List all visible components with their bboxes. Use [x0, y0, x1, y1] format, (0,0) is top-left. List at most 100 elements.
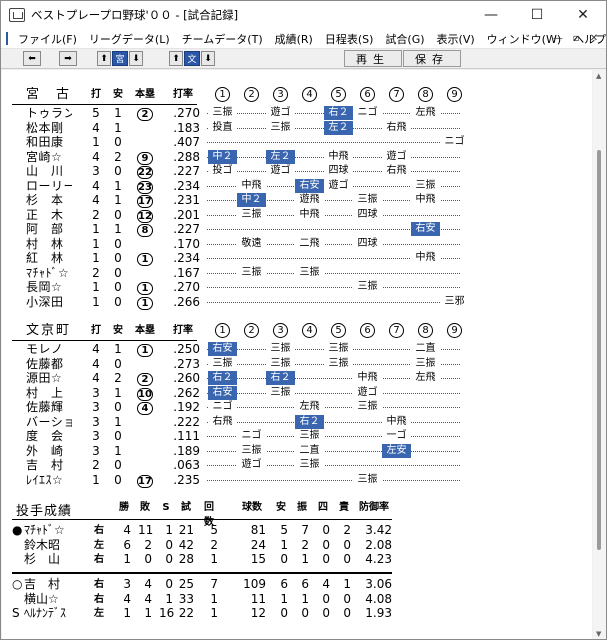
pitcher-row[interactable]: 鈴木昭左 6 2 0 42 2 24 1 2 0 0 2.08	[2, 538, 592, 553]
at-bat-result[interactable]: ニゴ	[208, 400, 237, 414]
team2-down-icon[interactable]: ⬇	[201, 51, 215, 66]
maximize-button[interactable]: ☐	[514, 1, 560, 29]
batter-row[interactable]: 正 木 2 0 12 .201 三振 中飛 四球	[2, 207, 592, 223]
at-bat-result[interactable]: ニゴ	[237, 429, 266, 443]
mdi-close-button[interactable]: ✕	[586, 31, 602, 45]
at-bat-result[interactable]: 三振	[237, 443, 266, 458]
batter-row[interactable]: 村 上 3 1 10 .262 右安 三振 遊ゴ	[2, 385, 592, 401]
batter-row[interactable]: バーショ 3 1 .222 右飛 右２ 中飛	[2, 414, 592, 430]
at-bat-result[interactable]: 中飛	[237, 178, 266, 193]
at-bat-result[interactable]: 三振	[353, 193, 382, 207]
at-bat-result[interactable]: 左飛	[295, 400, 324, 414]
next-arrow-icon[interactable]: ➡	[59, 51, 77, 66]
at-bat-result[interactable]: 中飛	[295, 207, 324, 222]
batter-row[interactable]: 杉 本 4 1 17 .231 中２ 遊飛 三振 中飛	[2, 193, 592, 208]
at-bat-result[interactable]: 三邪	[440, 294, 469, 309]
batter-row[interactable]: 外 崎 3 1 .189 三振 二直 左安	[2, 443, 592, 459]
at-bat-result[interactable]: 右２	[208, 371, 237, 385]
at-bat-result[interactable]: 三振	[324, 356, 353, 371]
team1-toggle[interactable]: 宮	[112, 51, 128, 66]
at-bat-result[interactable]: 中飛	[353, 371, 382, 385]
batter-row[interactable]: 宮崎☆ 4 2 9 .288 中２ 左２ 中飛 遊ゴ	[2, 149, 592, 165]
prev-arrow-icon[interactable]: ⬅	[23, 51, 41, 66]
at-bat-result[interactable]: 三振	[266, 120, 295, 135]
at-bat-result[interactable]: 遊ゴ	[266, 164, 295, 178]
vertical-scrollbar[interactable]: ▲ ▼	[593, 70, 606, 639]
at-bat-result[interactable]: 三振	[208, 356, 237, 371]
at-bat-result[interactable]: 右飛	[208, 414, 237, 429]
at-bat-result[interactable]: 投ゴ	[208, 164, 237, 178]
batter-row[interactable]: 度 会 3 0 .111 ニゴ 三振 一ゴ	[2, 429, 592, 444]
batter-row[interactable]: ローリー 4 1 23 .234 中飛 右安 遊ゴ 三振	[2, 178, 592, 194]
at-bat-result[interactable]: 二直	[295, 443, 324, 458]
pitcher-row[interactable]: ○ 吉 村右 3 4 0 25 7 109 6 6 4 1 3.06	[2, 577, 592, 592]
at-bat-result[interactable]: 遊飛	[295, 193, 324, 207]
menu-schedule[interactable]: 日程表(S)	[319, 31, 380, 47]
save-button[interactable]: 保存	[403, 50, 461, 67]
at-bat-result[interactable]: 右安	[208, 385, 237, 400]
at-bat-result[interactable]: 三振	[324, 342, 353, 356]
at-bat-result[interactable]: 中飛	[411, 193, 440, 207]
pitcher-row[interactable]: ● ﾏﾁｬﾄﾞ☆ 右 4 11 1 21 5 81 5 7 0 2 3.42	[2, 523, 592, 538]
at-bat-result[interactable]: 左安	[382, 443, 411, 458]
batter-row[interactable]: 佐藤輝 3 0 4 .192 ニゴ 左飛 三振	[2, 400, 592, 415]
at-bat-result[interactable]: 右安	[295, 178, 324, 193]
menu-league-data[interactable]: リーグデータ(L)	[83, 31, 176, 47]
at-bat-result[interactable]: 三振	[353, 400, 382, 414]
batter-row[interactable]: ﾚｲｴｽ☆ 1 0 17 .235 三振	[2, 472, 592, 488]
at-bat-result[interactable]: 敬遠	[237, 236, 266, 251]
at-bat-result[interactable]: 三振	[266, 356, 295, 371]
menu-game[interactable]: 試合(G)	[379, 31, 430, 47]
at-bat-result[interactable]: 三振	[208, 106, 237, 120]
close-button[interactable]: ✕	[560, 1, 606, 29]
at-bat-result[interactable]: 右安	[411, 222, 440, 236]
at-bat-result[interactable]: 左２	[324, 120, 353, 135]
batter-row[interactable]: ﾏﾁｬﾄﾞ☆ 2 0 .167 三振 三振	[2, 265, 592, 281]
play-button[interactable]: 再生	[344, 50, 402, 67]
pitcher-row[interactable]: 横山☆ 右 4 4 1 33 1 11 1 1 0 0 4.08	[2, 592, 592, 607]
minimize-button[interactable]: —	[468, 1, 514, 29]
at-bat-result[interactable]: 三振	[295, 265, 324, 280]
at-bat-result[interactable]: 右２	[266, 371, 295, 385]
at-bat-result[interactable]: 右２	[324, 106, 353, 120]
scrollbar-thumb[interactable]	[597, 150, 601, 550]
batter-row[interactable]: 源田☆ 4 2 2.260 右２ 右２ 中飛 左飛	[2, 371, 592, 386]
at-bat-result[interactable]: 右安	[208, 342, 237, 356]
team1-up-icon[interactable]: ⬆	[97, 51, 111, 66]
pitcher-row[interactable]: 杉 山右 1 0 0 28 1 15 0 1 0 0 4.23	[2, 552, 592, 567]
at-bat-result[interactable]: 三振	[266, 342, 295, 356]
at-bat-result[interactable]: 三振	[411, 178, 440, 193]
at-bat-result[interactable]: 中飛	[382, 414, 411, 429]
batter-row[interactable]: 紅 林 1 0 1.234 中飛	[2, 251, 592, 266]
menu-team-data[interactable]: チームデータ(T)	[176, 31, 269, 47]
team2-up-icon[interactable]: ⬆	[169, 51, 183, 66]
at-bat-result[interactable]: 遊ゴ	[324, 178, 353, 193]
batter-row[interactable]: 村 林 1 0 .170 敬遠 二飛 四球	[2, 236, 592, 252]
at-bat-result[interactable]: 三振	[295, 429, 324, 443]
at-bat-result[interactable]: 四球	[353, 207, 382, 222]
menu-view[interactable]: 表示(V)	[431, 31, 481, 47]
batter-row[interactable]: 山 川 3 0 22 .227 投ゴ 遊ゴ 四球 右飛	[2, 164, 592, 179]
at-bat-result[interactable]: 三振	[237, 265, 266, 280]
at-bat-result[interactable]: 三振	[237, 207, 266, 222]
at-bat-result[interactable]: ニゴ	[440, 135, 469, 149]
at-bat-result[interactable]: 右飛	[382, 120, 411, 135]
at-bat-result[interactable]: 三振	[266, 385, 295, 400]
mdi-minimize-button[interactable]: —	[550, 31, 566, 45]
at-bat-result[interactable]: 左２	[266, 149, 295, 164]
at-bat-result[interactable]: 中飛	[324, 149, 353, 164]
at-bat-result[interactable]: 中２	[237, 193, 266, 207]
at-bat-result[interactable]: ニゴ	[353, 106, 382, 120]
batter-row[interactable]: 松本剛 4 1 .183 投直 三振 左２ 右飛	[2, 120, 592, 136]
menu-records[interactable]: 成績(R)	[269, 31, 319, 47]
batter-row[interactable]: 吉 村 2 0 .063 遊ゴ 三振	[2, 458, 592, 473]
at-bat-result[interactable]: 遊ゴ	[353, 385, 382, 400]
at-bat-result[interactable]: 投直	[208, 120, 237, 135]
at-bat-result[interactable]: 三振	[295, 458, 324, 472]
document-icon[interactable]	[6, 32, 8, 45]
at-bat-result[interactable]: 左飛	[411, 371, 440, 385]
at-bat-result[interactable]: 遊ゴ	[382, 149, 411, 164]
at-bat-result[interactable]: 三振	[411, 356, 440, 371]
at-bat-result[interactable]: 四球	[324, 164, 353, 178]
at-bat-result[interactable]: 三振	[353, 472, 382, 487]
